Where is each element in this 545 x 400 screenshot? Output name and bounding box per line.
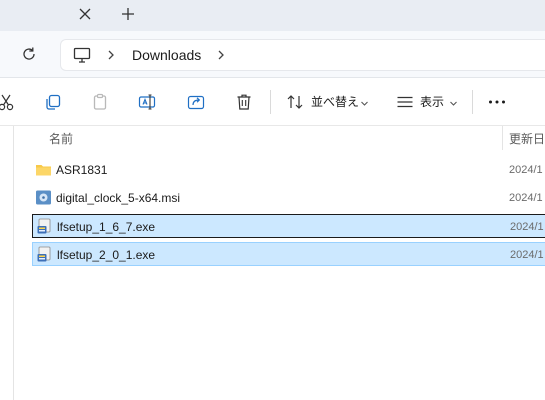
breadcrumb-chevron-icon[interactable] [215, 48, 227, 62]
file-date: 2024/1 [509, 164, 543, 176]
share-button[interactable] [186, 92, 206, 112]
exe-setup-icon [36, 218, 53, 235]
sort-button[interactable]: 並べ替え [311, 95, 359, 109]
command-toolbar: 並べ替え 表示 [0, 78, 545, 126]
navigation-pane-divider[interactable] [13, 126, 14, 400]
copy-icon [46, 94, 61, 110]
file-row[interactable]: ASR1831 2024/1 [32, 158, 545, 182]
tab-downloads[interactable] [0, 0, 104, 31]
file-row[interactable]: lfsetup_2_0_1.exe 2024/1 [32, 242, 545, 266]
close-icon [79, 8, 91, 20]
plus-icon [122, 8, 134, 20]
file-date: 2024/1 [510, 221, 544, 233]
breadcrumb-chevron-icon[interactable] [105, 48, 117, 62]
file-date: 2024/1 [510, 249, 544, 261]
file-row[interactable]: lfsetup_1_6_7.exe 2024/1 [32, 214, 545, 238]
file-name: digital_clock_5-x64.msi [56, 191, 181, 205]
chevron-down-icon[interactable] [449, 97, 458, 106]
delete-button[interactable] [234, 92, 254, 112]
chevron-down-icon[interactable] [360, 97, 369, 106]
exe-setup-icon [36, 246, 53, 263]
scissors-icon [0, 94, 14, 111]
file-list-pane: 名前 更新日 ASR1831 2024/1 digital_clock_5-x6… [0, 126, 545, 400]
rename-button[interactable] [137, 92, 157, 112]
file-name: ASR1831 [56, 163, 108, 177]
trash-icon [237, 94, 251, 110]
close-tab-button[interactable] [76, 5, 94, 23]
file-name: lfsetup_2_0_1.exe [57, 248, 156, 262]
column-resize-handle[interactable] [502, 126, 503, 150]
cut-button[interactable] [0, 92, 16, 112]
msi-installer-icon [35, 189, 52, 206]
toolbar-divider [472, 90, 473, 114]
sort-icon[interactable] [285, 92, 305, 112]
paste-button[interactable] [90, 92, 110, 112]
refresh-icon [23, 47, 35, 60]
column-header-name[interactable]: 名前 [49, 132, 73, 146]
view-button[interactable]: 表示 [420, 95, 444, 109]
more-options-button[interactable] [487, 92, 507, 112]
tab-strip [0, 0, 545, 31]
view-icon[interactable] [395, 92, 415, 112]
copy-button[interactable] [43, 92, 63, 112]
share-icon [187, 95, 205, 110]
address-bar-row: Downloads [0, 31, 545, 78]
new-tab-button[interactable] [119, 5, 137, 23]
rename-icon [138, 94, 156, 110]
file-date: 2024/1 [509, 192, 543, 204]
clipboard-icon [93, 93, 107, 110]
more-icon [489, 100, 505, 104]
column-header-date[interactable]: 更新日 [509, 132, 545, 146]
file-name: lfsetup_1_6_7.exe [57, 220, 156, 234]
address-bar[interactable]: Downloads [60, 39, 545, 71]
file-row[interactable]: digital_clock_5-x64.msi 2024/1 [32, 186, 545, 210]
folder-icon [35, 161, 52, 178]
refresh-button[interactable] [19, 44, 39, 64]
toolbar-divider [270, 90, 271, 114]
this-pc-icon[interactable] [73, 47, 91, 64]
breadcrumb-downloads[interactable]: Downloads [132, 47, 201, 64]
